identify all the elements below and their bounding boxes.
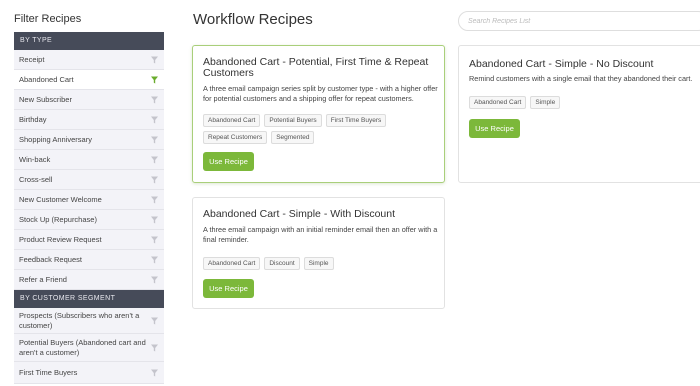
tag: Repeat Customers <box>203 131 268 144</box>
filter-item-new-customer-welcome[interactable]: New Customer Welcome <box>14 190 164 210</box>
filter-item-label: Birthday <box>19 114 47 124</box>
recipe-description: A three email campaign with an initial r… <box>203 225 438 244</box>
use-recipe-button[interactable]: Use Recipe <box>469 119 520 138</box>
recipe-card[interactable]: Abandoned Cart - Potential, First Time &… <box>192 45 445 183</box>
section-header-by-customer-segment: BY CUSTOMER SEGMENT <box>14 290 164 308</box>
filter-item-prospects[interactable]: Prospects (Subscribers who aren't a cust… <box>14 308 164 334</box>
tag: Abandoned Cart <box>203 257 261 270</box>
filter-item-label: First Time Buyers <box>19 367 78 377</box>
search-input[interactable] <box>458 11 700 31</box>
filter-item-receipt[interactable]: Receipt <box>14 50 164 70</box>
funnel-icon <box>151 344 158 351</box>
tag: Simple <box>530 96 561 109</box>
filter-item-birthday[interactable]: Birthday <box>14 110 164 130</box>
funnel-icon <box>151 256 158 263</box>
filter-item-label: Refer a Friend <box>19 274 67 284</box>
tag: Abandoned Cart <box>203 114 261 127</box>
tag: Discount <box>264 257 300 270</box>
filter-item-refer-a-friend[interactable]: Refer a Friend <box>14 270 164 290</box>
funnel-icon <box>151 156 158 163</box>
sidebar-title: Filter Recipes <box>14 13 82 25</box>
tag: Abandoned Cart <box>469 96 527 109</box>
funnel-icon <box>151 216 158 223</box>
recipe-tags: Abandoned Cart Discount Simple <box>203 257 433 270</box>
funnel-icon <box>151 136 158 143</box>
funnel-icon <box>151 96 158 103</box>
filter-item-label: Receipt <box>19 54 45 64</box>
use-recipe-button[interactable]: Use Recipe <box>203 152 254 171</box>
funnel-icon <box>151 116 158 123</box>
filter-item-product-review-request[interactable]: Product Review Request <box>14 230 164 250</box>
recipe-card[interactable]: Abandoned Cart - Simple - With Discount … <box>192 197 445 309</box>
filter-item-shopping-anniversary[interactable]: Shopping Anniversary <box>14 130 164 150</box>
funnel-icon <box>151 236 158 243</box>
tag: First Time Buyers <box>325 114 387 127</box>
filter-item-label: Potential Buyers (Abandoned cart and are… <box>19 337 146 357</box>
funnel-icon <box>151 317 158 324</box>
filter-item-potential-buyers[interactable]: Potential Buyers (Abandoned cart and are… <box>14 334 164 362</box>
filter-item-label: Win-back <box>19 154 51 164</box>
filter-item-label: Stock Up (Repurchase) <box>19 214 97 224</box>
recipe-title: Abandoned Cart - Simple - No Discount <box>469 58 654 70</box>
filter-item-cross-sell[interactable]: Cross-sell <box>14 170 164 190</box>
filter-sidebar: Filter Recipes BY TYPE Receipt Abandoned… <box>14 0 164 386</box>
filter-item-label: Feedback Request <box>19 254 82 264</box>
recipe-card[interactable]: Abandoned Cart - Simple - No Discount Re… <box>458 45 700 183</box>
tag: Simple <box>303 257 334 270</box>
use-recipe-button[interactable]: Use Recipe <box>203 279 254 298</box>
recipe-description: Remind customers with a single email tha… <box>469 74 693 83</box>
funnel-icon <box>151 276 158 283</box>
tag: Segmented <box>271 131 315 144</box>
filter-item-label: Abandoned Cart <box>19 74 74 84</box>
filter-item-label: Shopping Anniversary <box>19 134 92 144</box>
section-header-by-type: BY TYPE <box>14 32 164 50</box>
funnel-icon <box>151 369 158 376</box>
funnel-icon <box>151 76 158 83</box>
funnel-icon <box>151 176 158 183</box>
recipe-title: Abandoned Cart - Potential, First Time &… <box>203 56 429 79</box>
filter-item-win-back[interactable]: Win-back <box>14 150 164 170</box>
filter-item-new-subscriber[interactable]: New Subscriber <box>14 90 164 110</box>
funnel-icon <box>151 196 158 203</box>
filter-item-stock-up[interactable]: Stock Up (Repurchase) <box>14 210 164 230</box>
filter-item-label: New Customer Welcome <box>19 194 102 204</box>
filter-item-label: Product Review Request <box>19 234 102 244</box>
filter-item-abandoned-cart[interactable]: Abandoned Cart <box>14 70 164 90</box>
page-title: Workflow Recipes <box>193 11 313 28</box>
recipe-tags: Abandoned Cart Potential Buyers First Ti… <box>203 114 433 144</box>
filter-item-first-time-buyers[interactable]: First Time Buyers <box>14 362 164 384</box>
filter-item-label: Prospects (Subscribers who aren't a cust… <box>19 310 140 330</box>
filter-item-label: New Subscriber <box>19 94 72 104</box>
tag: Potential Buyers <box>264 114 322 127</box>
recipe-title: Abandoned Cart - Simple - With Discount <box>203 208 395 220</box>
funnel-icon <box>151 56 158 63</box>
filter-item-label: Cross-sell <box>19 174 53 184</box>
recipe-description: A three email campaign series split by c… <box>203 84 438 103</box>
filter-item-feedback-request[interactable]: Feedback Request <box>14 250 164 270</box>
recipe-tags: Abandoned Cart Simple <box>469 96 699 109</box>
